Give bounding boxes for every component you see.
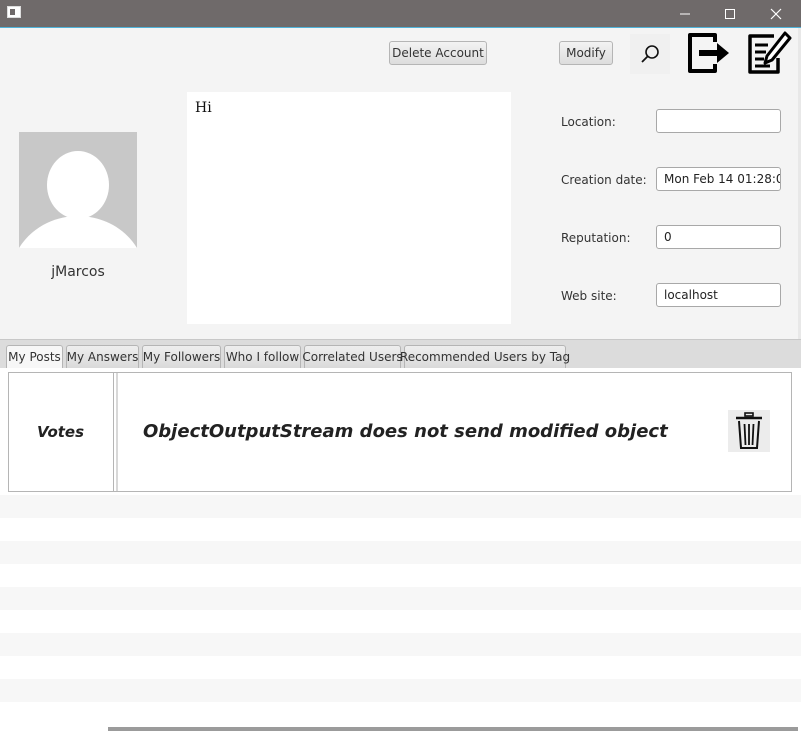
edit-icon (748, 31, 792, 74)
reputation-label: Reputation: (561, 231, 631, 245)
avatar (19, 132, 137, 248)
horizontal-scrollbar[interactable] (108, 727, 798, 731)
tab-my-followers[interactable]: My Followers (142, 345, 221, 368)
search-icon (641, 45, 659, 63)
maximize-button[interactable] (707, 0, 753, 27)
logout-button[interactable] (684, 29, 734, 77)
location-field[interactable] (656, 109, 781, 133)
creation-date-label: Creation date: (561, 173, 647, 187)
votes-label: Votes (8, 372, 114, 492)
website-label: Web site: (561, 289, 617, 303)
delete-post-button[interactable] (728, 410, 770, 452)
minimize-button[interactable] (662, 0, 708, 27)
minimize-icon (680, 13, 690, 14)
tab-my-answers[interactable]: My Answers (66, 345, 139, 368)
search-button[interactable] (630, 34, 670, 74)
empty-list-row (0, 541, 801, 564)
website-field[interactable]: localhost (656, 283, 781, 307)
logout-icon (688, 33, 729, 73)
user-silhouette-icon (19, 151, 137, 248)
location-label: Location: (561, 115, 616, 129)
empty-list-row (0, 587, 801, 610)
post-title[interactable]: ObjectOutputStream does not send modifie… (143, 421, 668, 442)
window-border (0, 27, 801, 28)
tab-recommended-users-by-tag[interactable]: Recommended Users by Tag (400, 345, 570, 368)
reputation-field[interactable]: 0 (656, 225, 781, 249)
tab-correlated-users[interactable]: Correlated Users (302, 345, 403, 368)
app-icon (7, 6, 21, 18)
close-button[interactable] (753, 0, 799, 27)
bio-text-area[interactable]: Hi (187, 92, 511, 324)
maximize-icon (725, 8, 735, 19)
divider (116, 373, 118, 491)
empty-list-row (0, 633, 801, 656)
trash-icon (736, 412, 762, 449)
empty-list-row (0, 679, 801, 702)
edit-profile-button[interactable] (743, 29, 793, 77)
modify-button[interactable]: Modify (559, 41, 613, 65)
creation-date-field[interactable]: Mon Feb 14 01:28:00 (656, 167, 781, 191)
close-icon (770, 8, 782, 19)
empty-list-row (0, 495, 801, 518)
delete-account-button[interactable]: Delete Account (389, 41, 487, 65)
username-label: jMarcos (51, 264, 105, 280)
tab-who-i-follow[interactable]: Who I follow (224, 345, 301, 368)
tab-my-posts[interactable]: My Posts (6, 345, 63, 368)
